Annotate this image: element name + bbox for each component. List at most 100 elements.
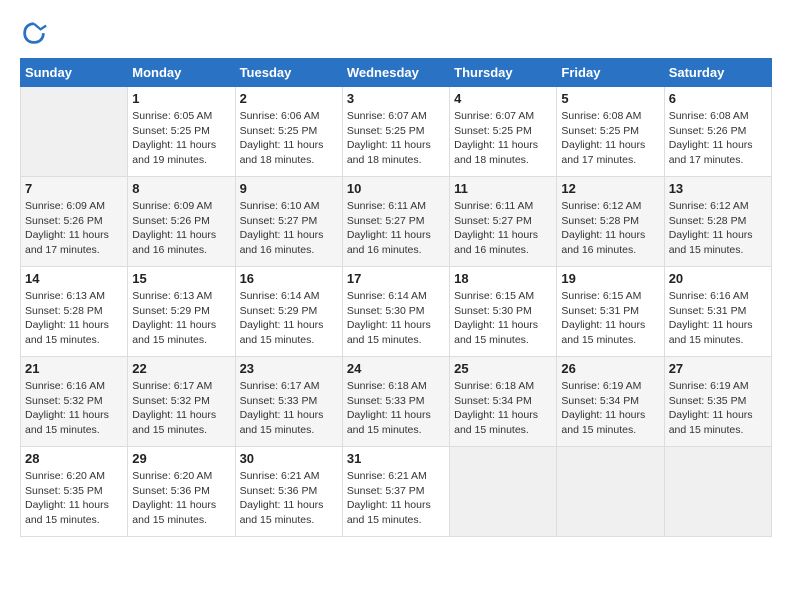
page-header — [20, 20, 772, 48]
day-info: Sunrise: 6:11 AMSunset: 5:27 PMDaylight:… — [454, 199, 552, 258]
calendar-cell — [664, 447, 771, 537]
day-info: Sunrise: 6:19 AMSunset: 5:35 PMDaylight:… — [669, 379, 767, 438]
calendar-table: SundayMondayTuesdayWednesdayThursdayFrid… — [20, 58, 772, 537]
day-number: 30 — [240, 451, 338, 466]
day-number: 14 — [25, 271, 123, 286]
calendar-cell: 13 Sunrise: 6:12 AMSunset: 5:28 PMDayligh… — [664, 177, 771, 267]
day-number: 12 — [561, 181, 659, 196]
day-number: 29 — [132, 451, 230, 466]
calendar-cell: 19 Sunrise: 6:15 AMSunset: 5:31 PMDayligh… — [557, 267, 664, 357]
day-info: Sunrise: 6:20 AMSunset: 5:35 PMDaylight:… — [25, 469, 123, 528]
weekday-header-tuesday: Tuesday — [235, 59, 342, 87]
day-number: 21 — [25, 361, 123, 376]
day-number: 1 — [132, 91, 230, 106]
day-info: Sunrise: 6:18 AMSunset: 5:34 PMDaylight:… — [454, 379, 552, 438]
day-number: 15 — [132, 271, 230, 286]
day-number: 7 — [25, 181, 123, 196]
day-info: Sunrise: 6:14 AMSunset: 5:29 PMDaylight:… — [240, 289, 338, 348]
calendar-cell: 11 Sunrise: 6:11 AMSunset: 5:27 PMDayligh… — [450, 177, 557, 267]
day-info: Sunrise: 6:17 AMSunset: 5:33 PMDaylight:… — [240, 379, 338, 438]
calendar-cell — [21, 87, 128, 177]
calendar-cell: 3Sunrise: 6:07 AMSunset: 5:25 PMDaylight… — [342, 87, 449, 177]
day-info: Sunrise: 6:16 AMSunset: 5:31 PMDaylight:… — [669, 289, 767, 348]
day-number: 28 — [25, 451, 123, 466]
calendar-cell: 16 Sunrise: 6:14 AMSunset: 5:29 PMDayligh… — [235, 267, 342, 357]
day-info: Sunrise: 6:14 AMSunset: 5:30 PMDaylight:… — [347, 289, 445, 348]
day-number: 9 — [240, 181, 338, 196]
calendar-cell — [557, 447, 664, 537]
calendar-week-2: 7 Sunrise: 6:09 AMSunset: 5:26 PMDaylight… — [21, 177, 772, 267]
calendar-week-1: 1 Sunrise: 6:05 AMSunset: 5:25 PMDaylight… — [21, 87, 772, 177]
day-number: 6 — [669, 91, 767, 106]
calendar-cell: 26 Sunrise: 6:19 AMSunset: 5:34 PMDayligh… — [557, 357, 664, 447]
calendar-cell: 23 Sunrise: 6:17 AMSunset: 5:33 PMDayligh… — [235, 357, 342, 447]
day-number: 22 — [132, 361, 230, 376]
weekday-header-thursday: Thursday — [450, 59, 557, 87]
calendar-week-4: 21 Sunrise: 6:16 AMSunset: 5:32 PMDayligh… — [21, 357, 772, 447]
logo-icon — [20, 20, 48, 48]
day-info: Sunrise: 6:10 AMSunset: 5:27 PMDaylight:… — [240, 199, 338, 258]
calendar-cell: 7 Sunrise: 6:09 AMSunset: 5:26 PMDaylight… — [21, 177, 128, 267]
day-info: Sunrise: 6:18 AMSunset: 5:33 PMDaylight:… — [347, 379, 445, 438]
calendar-week-3: 14Sunrise: 6:13 AMSunset: 5:28 PMDayligh… — [21, 267, 772, 357]
weekday-header-wednesday: Wednesday — [342, 59, 449, 87]
calendar-cell: 10Sunrise: 6:11 AMSunset: 5:27 PMDayligh… — [342, 177, 449, 267]
day-info: Sunrise: 6:17 AMSunset: 5:32 PMDaylight:… — [132, 379, 230, 438]
weekday-header-saturday: Saturday — [664, 59, 771, 87]
day-number: 17 — [347, 271, 445, 286]
day-info: Sunrise: 6:06 AMSunset: 5:25 PMDaylight:… — [240, 109, 338, 168]
calendar-cell: 28 Sunrise: 6:20 AMSunset: 5:35 PMDayligh… — [21, 447, 128, 537]
logo — [20, 20, 52, 48]
calendar-cell: 15 Sunrise: 6:13 AMSunset: 5:29 PMDayligh… — [128, 267, 235, 357]
weekday-header-row: SundayMondayTuesdayWednesdayThursdayFrid… — [21, 59, 772, 87]
calendar-cell: 24 Sunrise: 6:18 AMSunset: 5:33 PMDayligh… — [342, 357, 449, 447]
day-info: Sunrise: 6:12 AMSunset: 5:28 PMDaylight:… — [669, 199, 767, 258]
day-info: Sunrise: 6:05 AMSunset: 5:25 PMDaylight:… — [132, 109, 230, 168]
calendar-cell: 22 Sunrise: 6:17 AMSunset: 5:32 PMDayligh… — [128, 357, 235, 447]
day-info: Sunrise: 6:08 AMSunset: 5:25 PMDaylight:… — [561, 109, 659, 168]
day-info: Sunrise: 6:15 AMSunset: 5:31 PMDaylight:… — [561, 289, 659, 348]
calendar-cell: 27 Sunrise: 6:19 AMSunset: 5:35 PMDayligh… — [664, 357, 771, 447]
weekday-header-monday: Monday — [128, 59, 235, 87]
day-number: 4 — [454, 91, 552, 106]
calendar-cell: 18 Sunrise: 6:15 AMSunset: 5:30 PMDayligh… — [450, 267, 557, 357]
calendar-cell: 1 Sunrise: 6:05 AMSunset: 5:25 PMDaylight… — [128, 87, 235, 177]
day-number: 5 — [561, 91, 659, 106]
calendar-cell: 5 Sunrise: 6:08 AMSunset: 5:25 PMDaylight… — [557, 87, 664, 177]
day-info: Sunrise: 6:21 AMSunset: 5:36 PMDaylight:… — [240, 469, 338, 528]
calendar-cell: 25Sunrise: 6:18 AMSunset: 5:34 PMDayligh… — [450, 357, 557, 447]
day-info: Sunrise: 6:20 AMSunset: 5:36 PMDaylight:… — [132, 469, 230, 528]
calendar-cell: 14Sunrise: 6:13 AMSunset: 5:28 PMDayligh… — [21, 267, 128, 357]
day-number: 2 — [240, 91, 338, 106]
calendar-cell: 4 Sunrise: 6:07 AMSunset: 5:25 PMDaylight… — [450, 87, 557, 177]
day-info: Sunrise: 6:12 AMSunset: 5:28 PMDaylight:… — [561, 199, 659, 258]
day-number: 16 — [240, 271, 338, 286]
day-number: 13 — [669, 181, 767, 196]
day-info: Sunrise: 6:16 AMSunset: 5:32 PMDaylight:… — [25, 379, 123, 438]
calendar-cell: 12 Sunrise: 6:12 AMSunset: 5:28 PMDayligh… — [557, 177, 664, 267]
calendar-week-5: 28 Sunrise: 6:20 AMSunset: 5:35 PMDayligh… — [21, 447, 772, 537]
day-number: 26 — [561, 361, 659, 376]
day-number: 8 — [132, 181, 230, 196]
calendar-cell: 20Sunrise: 6:16 AMSunset: 5:31 PMDayligh… — [664, 267, 771, 357]
day-info: Sunrise: 6:21 AMSunset: 5:37 PMDaylight:… — [347, 469, 445, 528]
day-info: Sunrise: 6:08 AMSunset: 5:26 PMDaylight:… — [669, 109, 767, 168]
day-number: 24 — [347, 361, 445, 376]
calendar-cell: 21 Sunrise: 6:16 AMSunset: 5:32 PMDayligh… — [21, 357, 128, 447]
day-info: Sunrise: 6:15 AMSunset: 5:30 PMDaylight:… — [454, 289, 552, 348]
calendar-cell — [450, 447, 557, 537]
day-info: Sunrise: 6:07 AMSunset: 5:25 PMDaylight:… — [454, 109, 552, 168]
calendar-cell: 31Sunrise: 6:21 AMSunset: 5:37 PMDayligh… — [342, 447, 449, 537]
calendar-cell: 2 Sunrise: 6:06 AMSunset: 5:25 PMDaylight… — [235, 87, 342, 177]
day-number: 23 — [240, 361, 338, 376]
day-number: 18 — [454, 271, 552, 286]
day-number: 27 — [669, 361, 767, 376]
weekday-header-sunday: Sunday — [21, 59, 128, 87]
calendar-cell: 30 Sunrise: 6:21 AMSunset: 5:36 PMDayligh… — [235, 447, 342, 537]
day-info: Sunrise: 6:19 AMSunset: 5:34 PMDaylight:… — [561, 379, 659, 438]
day-number: 19 — [561, 271, 659, 286]
day-number: 11 — [454, 181, 552, 196]
day-info: Sunrise: 6:13 AMSunset: 5:29 PMDaylight:… — [132, 289, 230, 348]
day-info: Sunrise: 6:11 AMSunset: 5:27 PMDaylight:… — [347, 199, 445, 258]
day-info: Sunrise: 6:09 AMSunset: 5:26 PMDaylight:… — [25, 199, 123, 258]
